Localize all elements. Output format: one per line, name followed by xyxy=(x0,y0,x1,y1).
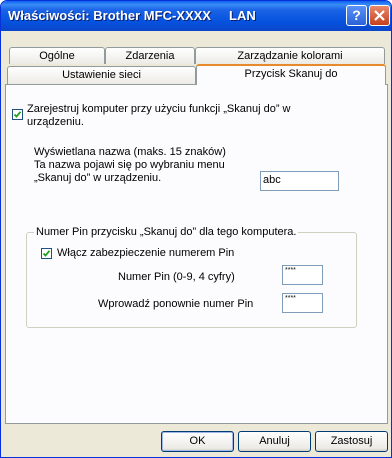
reenter-pin-label: Wprowadź ponownie numer Pin xyxy=(98,298,254,310)
ok-button-label: OK xyxy=(189,435,206,447)
tab-events[interactable]: Zdarzenia xyxy=(105,47,195,64)
pin-group-title: Numer Pin przycisku „Skanuj do” dla tego… xyxy=(34,226,299,239)
cancel-button[interactable]: Anuluj xyxy=(238,431,311,452)
reenter-pin-input[interactable]: **** xyxy=(282,293,323,313)
checkmark-icon xyxy=(42,250,51,257)
close-icon xyxy=(374,10,385,21)
register-label-line1: Zarejestruj komputer przy użyciu funkcji… xyxy=(27,103,291,115)
checkmark-icon xyxy=(13,111,22,118)
tab-color-management[interactable]: Zarządzanie kolorami xyxy=(195,47,385,64)
tab-panel: Zarejestruj komputer przy użyciu funkcji… xyxy=(5,84,388,424)
display-name-desc-line2: Ta nazwa pojawi się po wybraniu menu xyxy=(34,159,225,171)
cancel-button-label: Anuluj xyxy=(259,435,290,447)
display-name-desc-line1: Wyświetlana nazwa (maks. 15 znaków) xyxy=(34,146,226,158)
register-checkbox[interactable] xyxy=(12,109,23,120)
help-button[interactable]: ? xyxy=(346,5,367,26)
apply-button-label: Zastosuj xyxy=(330,435,373,447)
tab-scan-to-button[interactable]: Przycisk Skanuj do xyxy=(196,64,386,85)
properties-dialog: Właściwości: Brother MFC-XXXX LAN ? Ogól… xyxy=(0,0,392,458)
pin-label: Numer Pin (0-9, 4 cyfry) xyxy=(118,271,235,283)
close-button[interactable] xyxy=(369,5,390,26)
tab-network-settings[interactable]: Ustawienie sieci xyxy=(7,66,196,84)
window-title: Właściwości: Brother MFC-XXXX LAN xyxy=(8,8,256,23)
pin-input[interactable]: **** xyxy=(282,265,323,285)
enable-pin-label: Włącz zabezpieczenie numerem Pin xyxy=(57,247,235,259)
display-name-desc-line3: „Skanuj do” w urządzeniu. xyxy=(34,172,162,184)
register-label-line2: urządzeniu. xyxy=(27,116,84,128)
apply-button[interactable]: Zastosuj xyxy=(315,431,388,452)
title-bar[interactable]: Właściwości: Brother MFC-XXXX LAN ? xyxy=(1,1,391,31)
tab-general[interactable]: Ogólne xyxy=(9,47,105,64)
question-mark-icon: ? xyxy=(352,7,361,23)
enable-pin-checkbox[interactable] xyxy=(41,248,52,259)
display-name-input[interactable]: abc xyxy=(260,171,339,191)
ok-button[interactable]: OK xyxy=(161,431,234,452)
